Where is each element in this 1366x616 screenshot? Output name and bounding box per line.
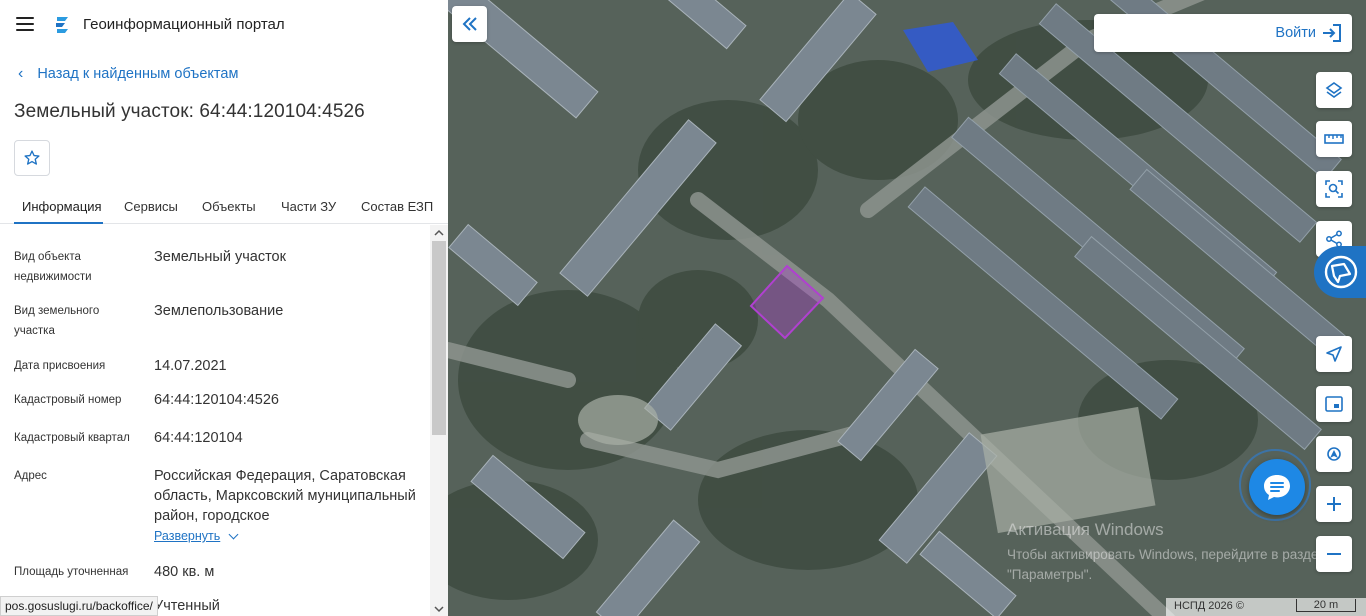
layers-icon: [1325, 82, 1343, 98]
active-tab-indicator: [14, 222, 103, 224]
geolocation-button[interactable]: [1316, 436, 1352, 472]
favorite-button[interactable]: [14, 140, 50, 176]
map-attribution: НСПД 2026 © 20 m: [1166, 598, 1366, 616]
expand-address-link[interactable]: Развернуть: [154, 529, 239, 543]
minimap-icon: [1325, 396, 1343, 412]
login-icon: [1323, 24, 1341, 42]
collapse-panel-button[interactable]: [452, 6, 487, 42]
zoom-out-button[interactable]: [1316, 536, 1352, 572]
chevron-left-icon: ‹: [18, 65, 24, 82]
info-list: Вид объекта недвижимости Земельный участ…: [0, 225, 430, 616]
back-to-results-link[interactable]: ‹ Назад к найденным объектам: [18, 65, 239, 83]
chat-button[interactable]: [1249, 459, 1305, 515]
login-button[interactable]: Войти: [1094, 14, 1352, 52]
location-icon: [1327, 447, 1341, 461]
chevron-down-icon: [228, 529, 239, 539]
expand-label: Развернуть: [154, 529, 221, 543]
layers-button[interactable]: [1316, 72, 1352, 108]
scale-bar: 20 m: [1296, 599, 1356, 612]
info-label: Кадастровый номер: [14, 394, 122, 406]
object-title: Земельный участок: 64:44:120104:4526: [14, 101, 365, 122]
measure-button[interactable]: [1316, 121, 1352, 157]
star-icon: [24, 150, 40, 165]
info-value: 14.07.2021: [154, 358, 227, 374]
zoom-out-icon: [1327, 553, 1341, 555]
info-value: Земельный участок: [154, 249, 286, 265]
double-chevron-left-icon: [462, 17, 477, 31]
navigate-button[interactable]: [1316, 336, 1352, 372]
info-value: 64:44:120104:4526: [154, 392, 279, 408]
ruler-icon: [1324, 134, 1344, 144]
info-scrollbar[interactable]: [430, 225, 448, 616]
tab-parts[interactable]: Части ЗУ: [281, 199, 336, 214]
area-select-icon: [1325, 180, 1343, 198]
tab-information[interactable]: Информация: [22, 199, 102, 214]
info-value: 64:44:120104: [154, 430, 243, 446]
scroll-down-icon[interactable]: [430, 602, 448, 616]
map-view[interactable]: Активация Windows Чтобы активировать Win…: [448, 0, 1366, 616]
info-value: Землепользование: [154, 303, 284, 319]
panel-header: Геоинформационный портал: [0, 0, 448, 52]
info-label: Кадастровый квартал: [14, 432, 130, 444]
app-title: Геоинформационный портал: [83, 16, 285, 33]
info-label: Дата присвоения: [14, 360, 106, 372]
login-label: Войти: [1275, 25, 1316, 41]
scroll-up-icon[interactable]: [430, 225, 448, 239]
chat-icon: [1264, 475, 1290, 500]
tab-ezp-composition[interactable]: Состав ЕЗП: [361, 199, 433, 214]
info-value: Учтенный: [154, 598, 220, 614]
gosuslugi-assistant-button[interactable]: [1314, 246, 1366, 298]
info-label: Адрес: [14, 470, 47, 482]
portal-logo-icon: [56, 17, 68, 33]
back-link-label: Назад к найденным объектам: [37, 66, 239, 82]
zoom-in-button[interactable]: [1316, 486, 1352, 522]
assistant-chat-icon: [1324, 255, 1358, 289]
hamburger-icon[interactable]: [16, 17, 34, 31]
info-label: Вид земельного участка: [14, 305, 100, 337]
object-tabs: Информация Сервисы Объекты Части ЗУ Сост…: [0, 189, 448, 224]
scroll-thumb[interactable]: [432, 241, 446, 435]
info-value: 480 кв. м: [154, 564, 215, 580]
info-label: Вид объекта недвижимости: [14, 251, 92, 283]
info-panel: Геоинформационный портал ‹ Назад к найде…: [0, 0, 448, 616]
status-bar-url: pos.gosuslugi.ru/backoffice/: [0, 596, 158, 616]
info-label: Площадь уточненная: [14, 566, 129, 578]
satellite-imagery: [448, 0, 1366, 616]
minimap-button[interactable]: [1316, 386, 1352, 422]
attribution-text: НСПД 2026 ©: [1174, 600, 1244, 612]
area-search-button[interactable]: [1316, 171, 1352, 207]
tab-objects[interactable]: Объекты: [202, 199, 256, 214]
zoom-in-icon: [1327, 497, 1341, 511]
address-value: Российская Федерация, Саратовская област…: [154, 468, 416, 524]
navigate-icon: [1326, 346, 1342, 362]
tab-services[interactable]: Сервисы: [124, 199, 178, 214]
